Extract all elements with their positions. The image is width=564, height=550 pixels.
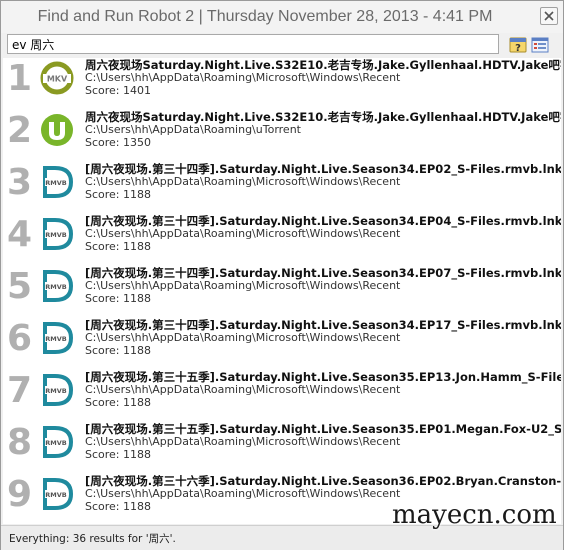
result-score: Score: 1350 bbox=[85, 136, 152, 149]
result-score: Score: 1188 bbox=[85, 344, 152, 357]
result-path: C:\Users\hh\AppData\Roaming\uTorrent bbox=[85, 123, 301, 136]
svg-text:RMVB: RMVB bbox=[45, 439, 67, 447]
result-score: Score: 1188 bbox=[85, 500, 152, 513]
result-path: C:\Users\hh\AppData\Roaming\Microsoft\Wi… bbox=[85, 71, 401, 84]
result-path: C:\Users\hh\AppData\Roaming\Microsoft\Wi… bbox=[85, 175, 401, 188]
result-rank: 2 bbox=[7, 110, 33, 151]
result-name: [周六夜现场.第三十四季].Saturday.Night.Live.Season… bbox=[85, 266, 561, 280]
result-path: C:\Users\hh\AppData\Roaming\Microsoft\Wi… bbox=[85, 435, 401, 448]
search-input[interactable] bbox=[8, 35, 496, 53]
svg-text:?: ? bbox=[515, 43, 521, 53]
result-row[interactable]: 4 RMVB [周六夜现场.第三十四季].Saturday.Night.Live… bbox=[3, 214, 561, 266]
rmvb-file-icon: RMVB bbox=[43, 166, 74, 198]
result-rank: 9 bbox=[7, 474, 33, 515]
result-path: C:\Users\hh\AppData\Roaming\Microsoft\Wi… bbox=[85, 331, 401, 344]
result-name: [周六夜现场.第三十五季].Saturday.Night.Live.Season… bbox=[85, 422, 561, 436]
result-row[interactable]: 3 RMVB [周六夜现场.第三十四季].Saturday.Night.Live… bbox=[3, 162, 561, 214]
search-box[interactable] bbox=[7, 34, 499, 54]
result-path: C:\Users\hh\AppData\Roaming\Microsoft\Wi… bbox=[85, 487, 401, 500]
result-score: Score: 1188 bbox=[85, 292, 152, 305]
result-rank: 4 bbox=[7, 214, 33, 255]
title-bar: Find and Run Robot 2 | Thursday November… bbox=[1, 1, 563, 33]
utorrent-file-icon bbox=[41, 114, 73, 146]
close-icon bbox=[544, 11, 554, 21]
rmvb-file-icon: RMVB bbox=[43, 374, 74, 406]
result-name: 周六夜现场Saturday.Night.Live.S32E10.老吉专场.Jak… bbox=[85, 58, 561, 72]
results-list: 1 MKV 周六夜现场Saturday.Night.Live.S32E10.老吉… bbox=[3, 58, 561, 524]
close-button[interactable] bbox=[540, 7, 558, 25]
result-row[interactable]: 6 RMVB [周六夜现场.第三十四季].Saturday.Night.Live… bbox=[3, 318, 561, 370]
result-score: Score: 1188 bbox=[85, 188, 152, 201]
rmvb-file-icon: RMVB bbox=[43, 478, 74, 510]
result-path: C:\Users\hh\AppData\Roaming\Microsoft\Wi… bbox=[85, 227, 401, 240]
result-name: [周六夜现场.第三十四季].Saturday.Night.Live.Season… bbox=[85, 318, 561, 332]
result-rank: 3 bbox=[7, 162, 33, 203]
result-path: C:\Users\hh\AppData\Roaming\Microsoft\Wi… bbox=[85, 383, 401, 396]
result-rank: 8 bbox=[7, 422, 33, 463]
result-rank: 6 bbox=[7, 318, 33, 359]
help-icon[interactable]: ? bbox=[509, 37, 527, 53]
result-name: [周六夜现场.第三十四季].Saturday.Night.Live.Season… bbox=[85, 214, 561, 228]
result-path: C:\Users\hh\AppData\Roaming\Microsoft\Wi… bbox=[85, 279, 401, 292]
svg-text:RMVB: RMVB bbox=[45, 335, 67, 343]
result-score: Score: 1188 bbox=[85, 448, 152, 461]
result-score: Score: 1401 bbox=[85, 84, 152, 97]
result-row[interactable]: 1 MKV 周六夜现场Saturday.Night.Live.S32E10.老吉… bbox=[3, 58, 561, 110]
rmvb-file-icon: RMVB bbox=[43, 426, 74, 458]
mkv-file-icon: MKV bbox=[40, 61, 74, 95]
result-row[interactable]: 2 周六夜现场Saturday.Night.Live.S32E10.老吉专场.J… bbox=[3, 110, 561, 162]
result-row[interactable]: 8 RMVB [周六夜现场.第三十五季].Saturday.Night.Live… bbox=[3, 422, 561, 474]
result-name: 周六夜现场Saturday.Night.Live.S32E10.老吉专场.Jak… bbox=[85, 110, 561, 124]
result-score: Score: 1188 bbox=[85, 396, 152, 409]
app-window: Find and Run Robot 2 | Thursday November… bbox=[0, 0, 564, 550]
svg-text:RMVB: RMVB bbox=[45, 283, 67, 291]
result-rank: 1 bbox=[7, 58, 33, 99]
result-row[interactable]: 7 RMVB [周六夜现场.第三十五季].Saturday.Night.Live… bbox=[3, 370, 561, 422]
result-name: [周六夜现场.第三十五季].Saturday.Night.Live.Season… bbox=[85, 370, 561, 384]
list-view-icon[interactable] bbox=[531, 37, 549, 53]
rmvb-file-icon: RMVB bbox=[43, 322, 74, 354]
result-rank: 5 bbox=[7, 266, 33, 307]
status-text: Everything: 36 results for '周六'. bbox=[9, 533, 176, 545]
svg-text:MKV: MKV bbox=[47, 75, 68, 84]
result-score: Score: 1188 bbox=[85, 240, 152, 253]
svg-text:RMVB: RMVB bbox=[45, 387, 67, 395]
watermark: mayecn.com bbox=[392, 500, 557, 530]
window-title: Find and Run Robot 2 | Thursday November… bbox=[37, 8, 493, 25]
rmvb-file-icon: RMVB bbox=[43, 270, 74, 302]
result-row[interactable]: 5 RMVB [周六夜现场.第三十四季].Saturday.Night.Live… bbox=[3, 266, 561, 318]
result-name: [周六夜现场.第三十六季].Saturday.Night.Live.Season… bbox=[85, 474, 561, 488]
svg-text:RMVB: RMVB bbox=[45, 179, 67, 187]
result-rank: 7 bbox=[7, 370, 33, 411]
svg-text:RMVB: RMVB bbox=[45, 231, 67, 239]
result-name: [周六夜现场.第三十四季].Saturday.Night.Live.Season… bbox=[85, 162, 561, 176]
svg-text:RMVB: RMVB bbox=[45, 491, 67, 499]
rmvb-file-icon: RMVB bbox=[43, 218, 74, 250]
